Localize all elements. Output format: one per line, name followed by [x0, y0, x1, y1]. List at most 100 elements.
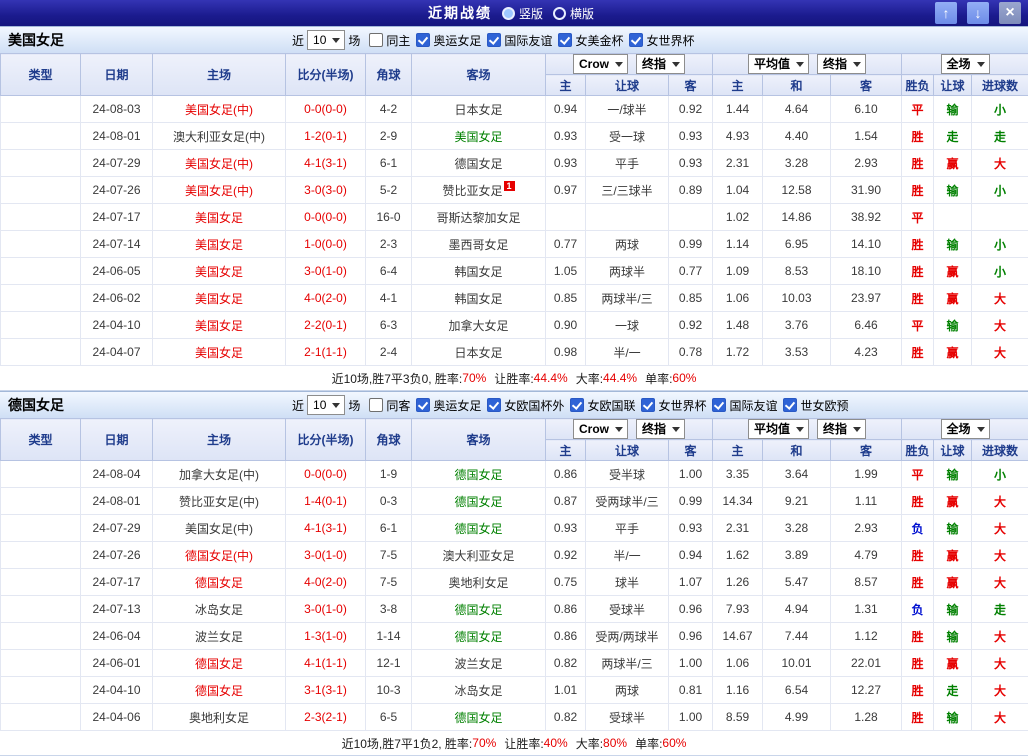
- home-team-cell: 波兰女足: [153, 623, 286, 650]
- summary-segment: 44.4%: [603, 371, 637, 385]
- filter-option[interactable]: 奥运女足: [416, 32, 481, 49]
- checkbox-label[interactable]: 同主: [386, 32, 410, 49]
- checkbox-icon[interactable]: [629, 33, 643, 47]
- subcol-handicap-line: 让球: [586, 75, 669, 96]
- close-button[interactable]: ×: [999, 2, 1021, 24]
- filter-option[interactable]: 同主: [369, 32, 410, 49]
- checkbox-label[interactable]: 同客: [386, 397, 410, 414]
- bookmaker-select[interactable]: Crow: [573, 419, 628, 439]
- home-team-name: 德国女足: [195, 576, 243, 590]
- checkbox-label[interactable]: 女欧国联: [587, 397, 635, 414]
- handicap-away-odds-cell: 0.93: [669, 150, 713, 177]
- euro-away-odds-cell: 1.31: [831, 596, 902, 623]
- checkbox-label[interactable]: 国际友谊: [504, 32, 552, 49]
- match-count-select[interactable]: 10: [307, 395, 345, 415]
- handicap-home-odds-cell: 0.93: [546, 515, 586, 542]
- home-team-cell: 美国女足(中): [153, 150, 286, 177]
- euro-draw-odds-cell: 12.58: [763, 177, 831, 204]
- table-row: 国际友谊24-07-17美国女足0-0(0-0)16-0哥斯达黎加女足1.021…: [1, 204, 1028, 231]
- euro-home-odds-cell: 1.09: [713, 258, 763, 285]
- chevron-down-icon: [853, 62, 861, 67]
- checkbox-icon[interactable]: [570, 398, 584, 412]
- radio-horizontal-icon[interactable]: [553, 7, 566, 20]
- match-date-cell: 24-07-17: [81, 569, 153, 596]
- handicap-stage-select[interactable]: 终指: [636, 419, 685, 439]
- away-team-cell: 德国女足: [412, 150, 546, 177]
- filter-option[interactable]: 世女欧预: [783, 397, 848, 414]
- checkbox-icon[interactable]: [558, 33, 572, 47]
- match-count-select[interactable]: 10: [307, 30, 345, 50]
- checkbox-label[interactable]: 奥运女足: [433, 32, 481, 49]
- filter-option[interactable]: 同客: [369, 397, 410, 414]
- euro-source-select[interactable]: 平均值: [748, 54, 809, 74]
- euro-away-odds-cell: 4.79: [831, 542, 902, 569]
- match-type-cell: 国际友谊: [1, 285, 81, 312]
- away-team-cell: 韩国女足: [412, 258, 546, 285]
- chevron-down-icon: [977, 62, 985, 67]
- table-row: 奥运女足24-08-01赞比亚女足(中)1-4(0-1)0-3德国女足0.87受…: [1, 488, 1028, 515]
- filter-option[interactable]: 女世界杯: [641, 397, 706, 414]
- euro-home-odds-cell: 4.93: [713, 123, 763, 150]
- checkbox-label[interactable]: 女世界杯: [646, 32, 694, 49]
- home-team-cell: 澳大利亚女足(中): [153, 123, 286, 150]
- handicap-away-odds-cell: 1.00: [669, 650, 713, 677]
- handicap-away-odds-cell: 0.92: [669, 96, 713, 123]
- handicap-stage-select[interactable]: 终指: [636, 54, 685, 74]
- checkbox-label[interactable]: 国际友谊: [729, 397, 777, 414]
- filter-option[interactable]: 女美金杯: [558, 32, 623, 49]
- euro-stage-select[interactable]: 终指: [817, 54, 866, 74]
- filter-option[interactable]: 女世界杯: [629, 32, 694, 49]
- filter-option[interactable]: 女欧国联: [570, 397, 635, 414]
- home-team-name: 美国女足: [195, 346, 243, 360]
- scroll-up-button[interactable]: ↑: [935, 2, 957, 24]
- radio-horizontal-label[interactable]: 横版: [570, 5, 594, 22]
- checkbox-label[interactable]: 女欧国杯外: [504, 397, 564, 414]
- checkbox-label[interactable]: 奥运女足: [433, 397, 481, 414]
- chevron-down-icon: [796, 62, 804, 67]
- score-cell: 4-1(3-1): [286, 515, 366, 542]
- score-cell: 1-0(0-0): [286, 231, 366, 258]
- checkbox-icon[interactable]: [416, 33, 430, 47]
- bookmaker-select[interactable]: Crow: [573, 54, 628, 74]
- scroll-down-button[interactable]: ↓: [967, 2, 989, 24]
- checkbox-icon[interactable]: [487, 398, 501, 412]
- handicap-away-odds-cell: 0.78: [669, 339, 713, 366]
- euro-stage-select[interactable]: 终指: [817, 419, 866, 439]
- euro-away-odds-cell: 6.10: [831, 96, 902, 123]
- checkbox-icon[interactable]: [369, 398, 383, 412]
- filter-option[interactable]: 女欧国杯外: [487, 397, 564, 414]
- radio-vertical-icon[interactable]: [502, 7, 515, 20]
- subcol-result-handicap: 让球: [934, 75, 972, 96]
- result-goals-cell: 小: [972, 96, 1028, 123]
- filter-option[interactable]: 国际友谊: [712, 397, 777, 414]
- checkbox-icon[interactable]: [416, 398, 430, 412]
- results-table: 类型 日期 主场 比分(半场) 角球 客场 Crow 终指: [0, 418, 1028, 731]
- handicap-away-odds-cell: 1.00: [669, 461, 713, 488]
- subcol-handicap-away: 客: [669, 75, 713, 96]
- home-team-cell: 冰岛女足: [153, 596, 286, 623]
- subcol-handicap-home: 主: [546, 75, 586, 96]
- near-label: 近: [292, 32, 304, 49]
- checkbox-icon[interactable]: [487, 33, 501, 47]
- radio-vertical-label[interactable]: 竖版: [519, 5, 543, 22]
- euro-source-select[interactable]: 平均值: [748, 419, 809, 439]
- match-date-cell: 24-07-29: [81, 515, 153, 542]
- checkbox-icon[interactable]: [783, 398, 797, 412]
- checkbox-label[interactable]: 女美金杯: [575, 32, 623, 49]
- filter-option[interactable]: 国际友谊: [487, 32, 552, 49]
- score-cell: 3-0(1-0): [286, 258, 366, 285]
- corners-cell: 12-1: [366, 650, 412, 677]
- checkbox-icon[interactable]: [712, 398, 726, 412]
- col-header-away: 客场: [412, 54, 546, 96]
- scope-select[interactable]: 全场: [941, 419, 990, 439]
- summary-segment: 大率:: [576, 370, 603, 387]
- result-handicap-cell: 赢: [934, 650, 972, 677]
- checkbox-label[interactable]: 女世界杯: [658, 397, 706, 414]
- result-goals-cell: 大: [972, 312, 1028, 339]
- checkbox-icon[interactable]: [641, 398, 655, 412]
- filter-option[interactable]: 奥运女足: [416, 397, 481, 414]
- checkbox-label[interactable]: 世女欧预: [800, 397, 848, 414]
- checkbox-icon[interactable]: [369, 33, 383, 47]
- scope-select[interactable]: 全场: [941, 54, 990, 74]
- euro-away-odds-cell: 31.90: [831, 177, 902, 204]
